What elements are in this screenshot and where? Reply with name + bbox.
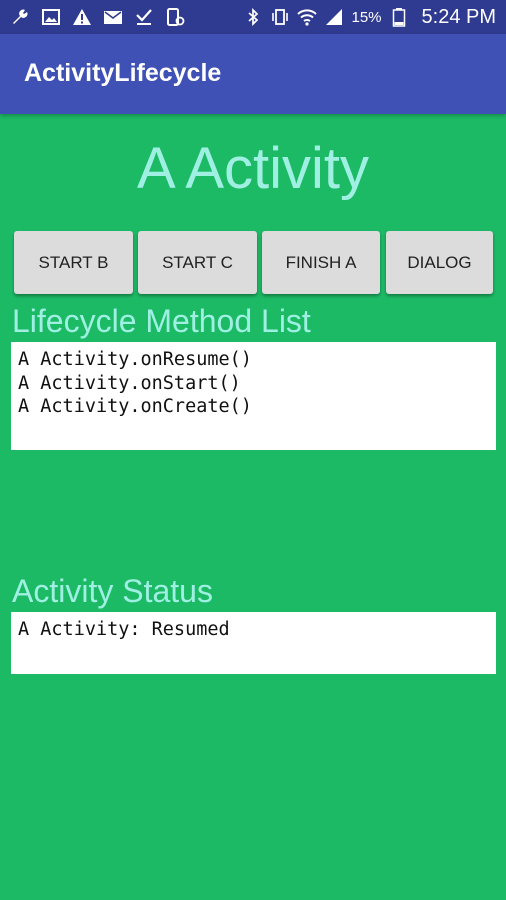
signal-icon bbox=[324, 7, 344, 27]
start-c-button[interactable]: START C bbox=[138, 231, 257, 294]
battery-percentage: 15% bbox=[351, 8, 382, 26]
wrench-icon bbox=[10, 7, 30, 27]
lifecycle-method-list: A Activity.onResume() A Activity.onStart… bbox=[11, 342, 496, 450]
image-icon bbox=[41, 7, 61, 27]
mail-icon bbox=[103, 7, 123, 27]
lifecycle-list-label: Lifecycle Method List bbox=[12, 303, 311, 339]
start-b-button[interactable]: START B bbox=[14, 231, 133, 294]
battery-icon bbox=[389, 7, 409, 27]
activity-headline: A Activity bbox=[136, 136, 370, 201]
activity-status-label: Activity Status bbox=[12, 573, 213, 609]
device-icon bbox=[165, 7, 185, 27]
warning-icon bbox=[72, 7, 92, 27]
check-download-icon bbox=[134, 7, 154, 27]
app-bar: ActivityLifecycle bbox=[0, 34, 506, 114]
activity-status-box: A Activity: Resumed bbox=[11, 612, 496, 674]
finish-a-button[interactable]: FINISH A bbox=[262, 231, 380, 294]
vibrate-icon bbox=[270, 7, 290, 27]
dialog-button[interactable]: DIALOG bbox=[386, 231, 493, 294]
list-item: A Activity.onStart() bbox=[18, 372, 241, 394]
clock: 5:24 PM bbox=[421, 5, 496, 28]
list-item: A Activity.onResume() bbox=[18, 349, 252, 370]
list-item: A Activity.onCreate() bbox=[18, 396, 252, 417]
app-title: ActivityLifecycle bbox=[24, 59, 222, 87]
bluetooth-icon bbox=[243, 7, 263, 27]
status-bar: 15% 5:24 PM bbox=[0, 0, 506, 34]
wifi-icon bbox=[297, 7, 318, 27]
status-line: A Activity: Resumed bbox=[18, 619, 230, 640]
